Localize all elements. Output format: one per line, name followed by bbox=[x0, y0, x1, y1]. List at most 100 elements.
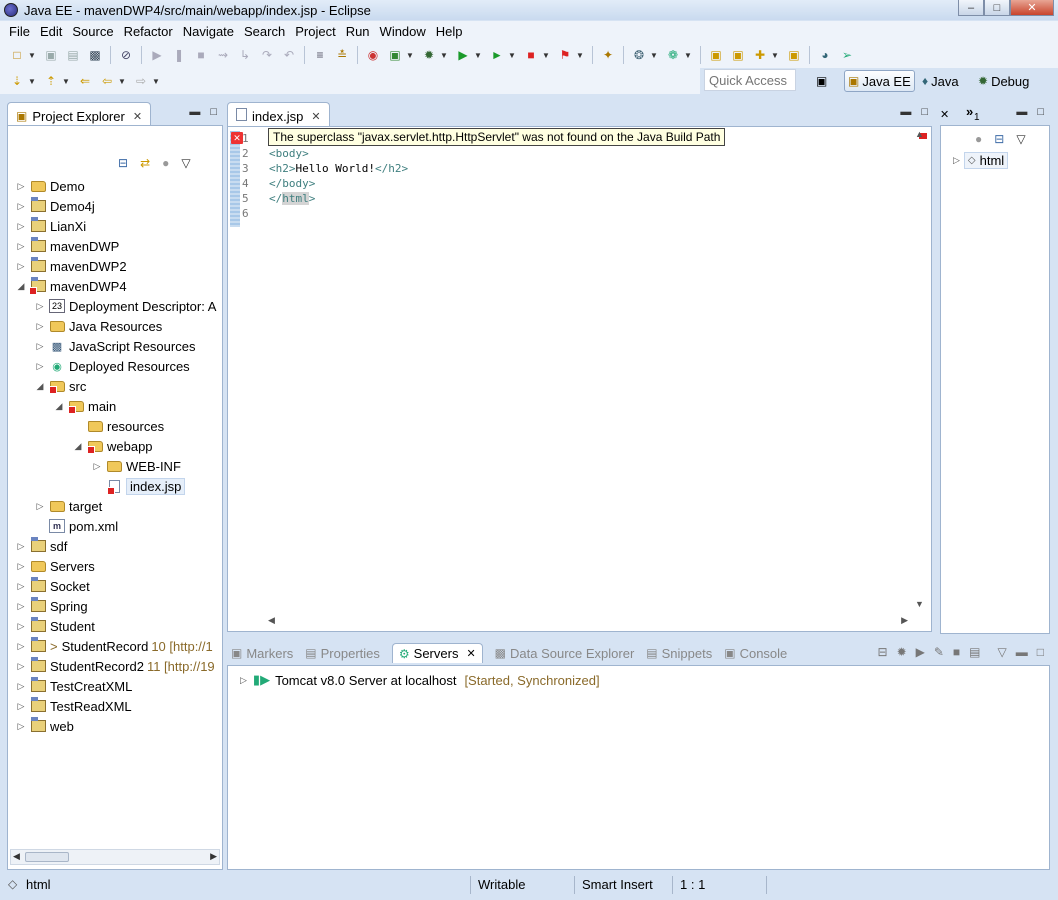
run-dropdown-icon[interactable]: ▼ bbox=[474, 51, 482, 60]
scroll-left-icon[interactable]: ◀ bbox=[13, 851, 20, 862]
expand-arrow-icon[interactable]: ▷ bbox=[16, 541, 26, 552]
tab-properties[interactable]: ▤ Properties bbox=[305, 646, 380, 661]
run-external-dropdown-icon[interactable]: ▼ bbox=[508, 51, 516, 60]
tree-item[interactable]: ◢ main bbox=[8, 396, 222, 416]
tree-item[interactable]: ▷ > StudentRecord 10 [http://1 bbox=[8, 636, 222, 656]
deploy-icon[interactable]: ➢ bbox=[839, 47, 855, 63]
tree-item[interactable]: ▷ WEB-INF bbox=[8, 456, 222, 476]
collapse-all-icon[interactable]: ⊟ bbox=[994, 132, 1004, 146]
forward-dropdown-icon[interactable]: ▼ bbox=[152, 77, 160, 86]
web-browser-icon[interactable]: ◉ bbox=[365, 47, 381, 63]
tree-item[interactable]: ▷ sdf bbox=[8, 536, 222, 556]
tree-item[interactable]: ▷ TestCreatXML bbox=[8, 676, 222, 696]
close-icon[interactable]: ✕ bbox=[940, 108, 949, 121]
open-perspective-button[interactable]: ▣ bbox=[816, 70, 830, 92]
close-icon[interactable]: ✕ bbox=[466, 647, 475, 660]
horizontal-scrollbar[interactable]: ◀ ▶ bbox=[10, 849, 220, 865]
more-views-icon[interactable]: » bbox=[966, 104, 973, 119]
resume-icon[interactable]: ▶ bbox=[149, 47, 165, 63]
close-icon[interactable]: ✕ bbox=[133, 110, 142, 123]
quick-access-input[interactable] bbox=[704, 69, 796, 91]
terminal-icon[interactable]: ▩ bbox=[87, 47, 103, 63]
view-menu-icon[interactable]: ▽ bbox=[181, 156, 190, 170]
previous-annotation-icon[interactable]: ⇡ bbox=[43, 73, 59, 89]
new-class-icon[interactable]: ❁ bbox=[665, 47, 681, 63]
stop-icon[interactable]: ■ bbox=[523, 47, 539, 63]
tree-item[interactable]: ▷ target bbox=[8, 496, 222, 516]
new-server-dropdown-icon[interactable]: ▼ bbox=[406, 51, 414, 60]
minimize-view-icon[interactable]: ▬ bbox=[1016, 645, 1028, 659]
collapse-arrow-icon[interactable]: ◢ bbox=[35, 381, 45, 392]
menu-file[interactable]: File bbox=[4, 24, 35, 39]
back-icon[interactable]: ⇦ bbox=[99, 73, 115, 89]
expand-arrow-icon[interactable]: ▷ bbox=[35, 361, 45, 372]
tab-data-source-explorer[interactable]: ▩ Data Source Explorer bbox=[495, 646, 635, 661]
expand-arrow-icon[interactable]: ▷ bbox=[35, 321, 45, 332]
new-server-icon[interactable]: ▣ bbox=[387, 47, 403, 63]
profile-server-icon[interactable]: ✎ bbox=[934, 645, 944, 659]
expand-arrow-icon[interactable]: ▷ bbox=[16, 261, 26, 272]
coverage-dropdown-icon[interactable]: ▼ bbox=[576, 51, 584, 60]
minimize-view-icon[interactable]: ▬ bbox=[189, 106, 200, 118]
scroll-right-icon[interactable]: ▶ bbox=[901, 615, 908, 626]
tree-item[interactable]: ▷ mavenDWP bbox=[8, 236, 222, 256]
open-project-icon[interactable]: ▣ bbox=[730, 47, 746, 63]
tree-item[interactable]: ▷ Spring bbox=[8, 596, 222, 616]
scroll-down-icon[interactable]: ▼ bbox=[915, 599, 924, 609]
debug-server-icon[interactable]: ✹ bbox=[897, 645, 907, 659]
filters-icon[interactable]: ● bbox=[162, 156, 169, 170]
expand-arrow-icon[interactable]: ▷ bbox=[16, 721, 26, 732]
menu-window[interactable]: Window bbox=[375, 24, 431, 39]
menu-navigate[interactable]: Navigate bbox=[178, 24, 239, 39]
step-into-icon[interactable]: ↳ bbox=[237, 47, 253, 63]
stop-dropdown-icon[interactable]: ▼ bbox=[542, 51, 550, 60]
run-external-icon[interactable]: ► bbox=[489, 47, 505, 63]
close-icon[interactable]: ✕ bbox=[311, 110, 320, 123]
expand-arrow-icon[interactable]: ▷ bbox=[16, 181, 26, 192]
minimize-view-icon[interactable]: ▬ bbox=[900, 106, 911, 118]
step-return-icon[interactable]: ↶ bbox=[281, 47, 297, 63]
maximize-button[interactable]: □ bbox=[984, 0, 1010, 16]
tree-item[interactable]: resources bbox=[8, 416, 222, 436]
expand-arrow-icon[interactable]: ▷ bbox=[16, 621, 26, 632]
vertical-scrollbar[interactable]: ▲ ▼ bbox=[915, 129, 929, 609]
expand-arrow-icon[interactable]: ▷ bbox=[16, 641, 26, 652]
expand-arrow-icon[interactable]: ▷ bbox=[16, 601, 26, 612]
expand-arrow-icon[interactable]: ▷ bbox=[16, 681, 26, 692]
publish-icon[interactable]: ▤ bbox=[969, 645, 980, 659]
new-java-project-icon[interactable]: ❂ bbox=[631, 47, 647, 63]
tree-item[interactable]: m pom.xml bbox=[8, 516, 222, 536]
tree-item-selected[interactable]: index.jsp bbox=[8, 476, 222, 496]
filters-icon[interactable]: ● bbox=[975, 132, 982, 146]
expand-arrow-icon[interactable]: ▷ bbox=[16, 561, 26, 572]
expand-arrow-icon[interactable]: ▷ bbox=[953, 155, 960, 166]
expand-arrow-icon[interactable]: ▷ bbox=[240, 675, 247, 686]
coverage-icon[interactable]: ⚑ bbox=[557, 47, 573, 63]
scroll-left-icon[interactable]: ◀ bbox=[268, 615, 275, 626]
suspend-icon[interactable]: ❚ bbox=[171, 47, 187, 63]
new-icon[interactable]: □ bbox=[9, 47, 25, 63]
perspective-java-ee[interactable]: ▣ Java EE bbox=[844, 70, 915, 92]
globe-icon[interactable]: ◕ bbox=[817, 47, 833, 63]
forward-icon[interactable]: ⇨ bbox=[133, 73, 149, 89]
open-web-icon[interactable]: ▣ bbox=[786, 47, 802, 63]
open-type-icon[interactable]: ✦ bbox=[600, 47, 616, 63]
next-annotation-icon[interactable]: ⇣ bbox=[9, 73, 25, 89]
expand-arrow-icon[interactable]: ▷ bbox=[16, 701, 26, 712]
expand-arrow-icon[interactable]: ▷ bbox=[16, 201, 26, 212]
debug-dropdown-icon[interactable]: ▼ bbox=[440, 51, 448, 60]
debug-icon[interactable]: ✹ bbox=[421, 47, 437, 63]
tree-item[interactable]: ▷ Java Resources bbox=[8, 316, 222, 336]
scroll-up-icon[interactable]: ▲ bbox=[915, 129, 924, 139]
tree-item[interactable]: ▷ TestReadXML bbox=[8, 696, 222, 716]
perspective-java[interactable]: ♦ Java bbox=[922, 70, 959, 92]
menu-run[interactable]: Run bbox=[341, 24, 375, 39]
save-all-icon[interactable]: ▤ bbox=[65, 47, 81, 63]
expand-arrow-icon[interactable]: ▷ bbox=[35, 301, 45, 312]
tree-item[interactable]: ▷ mavenDWP2 bbox=[8, 256, 222, 276]
tab-snippets[interactable]: ▤ Snippets bbox=[646, 646, 712, 661]
tree-item[interactable]: ▷ LianXi bbox=[8, 216, 222, 236]
collapse-icon[interactable]: ⊟ bbox=[878, 645, 888, 659]
tree-item[interactable]: ◢ mavenDWP4 bbox=[8, 276, 222, 296]
tree-item[interactable]: ▷ 23 Deployment Descriptor: A bbox=[8, 296, 222, 316]
